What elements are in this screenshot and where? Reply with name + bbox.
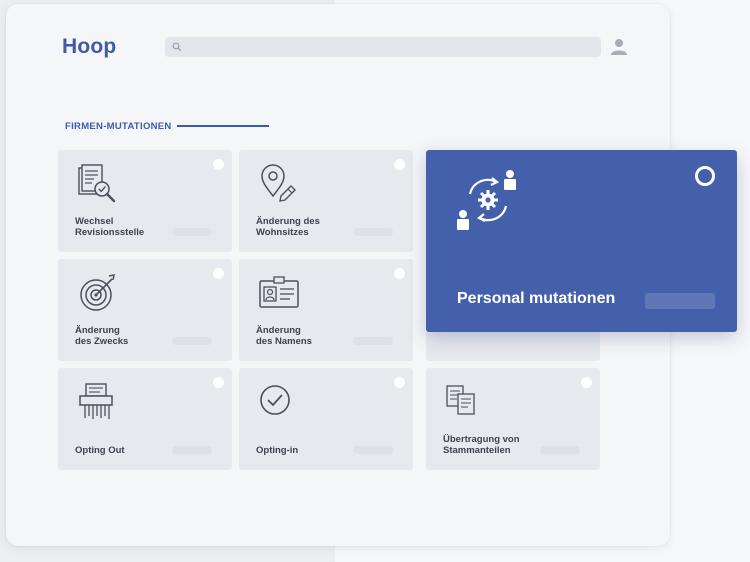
shredder-icon (79, 383, 113, 419)
card-status-pill (353, 228, 393, 236)
card-label: Opting Out (75, 445, 125, 456)
card-status-pill (353, 337, 393, 345)
document-search-icon (78, 164, 116, 203)
section-underline (177, 125, 269, 127)
card-wechsel-revisionsstelle[interactable]: Wechsel Revisionsstelle (58, 150, 232, 252)
card-label: Änderung des Zwecks (75, 325, 129, 347)
card-aenderung-zweck[interactable]: Änderung des Zwecks (58, 259, 232, 361)
card-label: Änderung des Namens (256, 325, 312, 347)
card-uebertragung-stammanteile[interactable]: Übertragung von Stammanteilen (426, 368, 600, 470)
user-avatar-icon[interactable] (610, 38, 628, 56)
card-radio[interactable] (213, 377, 224, 388)
id-card-icon (259, 276, 299, 308)
card-status-pill (172, 446, 212, 454)
search-icon (172, 42, 182, 52)
featured-card-radio[interactable] (695, 166, 715, 186)
search-input[interactable] (165, 37, 601, 57)
card-label: Übertragung von Stammanteilen (443, 434, 520, 456)
card-radio[interactable] (213, 159, 224, 170)
card-status-pill (540, 446, 580, 454)
card-opting-in[interactable]: Opting-in (239, 368, 413, 470)
card-opting-out[interactable]: Opting Out (58, 368, 232, 470)
card-radio[interactable] (394, 268, 405, 279)
card-label: Änderung des Wohnsitzes (256, 216, 320, 238)
card-radio[interactable] (581, 377, 592, 388)
section-title: FIRMEN-MUTATIONEN (65, 121, 172, 132)
people-exchange-icon (457, 170, 516, 230)
location-edit-icon (261, 164, 296, 202)
card-aenderung-name[interactable]: Änderung des Namens (239, 259, 413, 361)
app-logo[interactable]: Hoop (62, 35, 116, 59)
card-aenderung-wohnsitz[interactable]: Änderung des Wohnsitzes (239, 150, 413, 252)
card-status-pill (353, 446, 393, 454)
featured-card-personal-mutationen[interactable]: Personal mutationen (426, 150, 737, 332)
card-label: Wechsel Revisionsstelle (75, 216, 145, 238)
check-circle-icon (260, 385, 290, 415)
featured-card-label: Personal mutationen (457, 290, 616, 307)
card-radio[interactable] (394, 377, 405, 388)
target-icon (80, 274, 115, 311)
featured-card-status-pill (645, 293, 715, 309)
documents-transfer-icon (446, 385, 475, 415)
card-radio[interactable] (394, 159, 405, 170)
card-status-pill (172, 228, 212, 236)
card-radio[interactable] (213, 268, 224, 279)
card-status-pill (172, 337, 212, 345)
card-label: Opting-in (256, 445, 299, 456)
